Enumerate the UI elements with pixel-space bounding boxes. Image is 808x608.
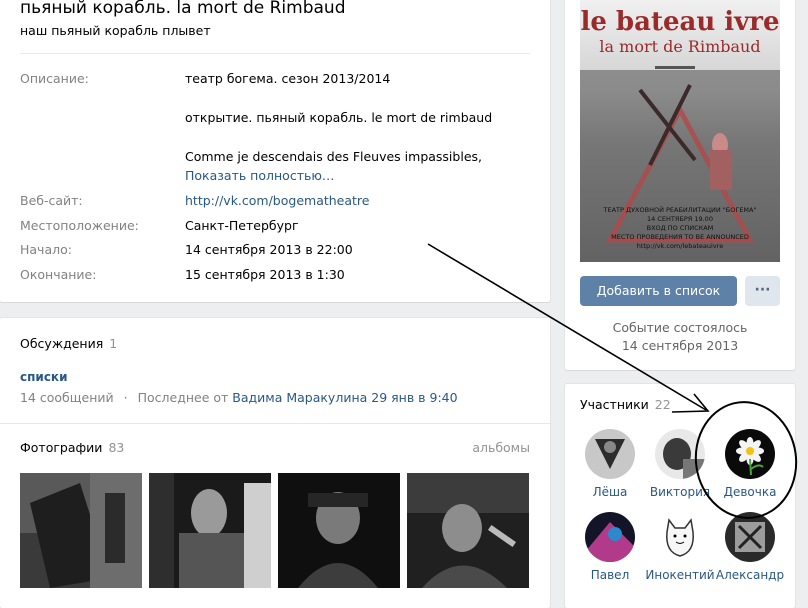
website-link[interactable]: http://vk.com/bogematheatre <box>185 193 370 208</box>
avatar-image <box>585 429 635 479</box>
member-avatar[interactable] <box>725 512 775 562</box>
members-header[interactable]: Участники 22 <box>580 397 671 412</box>
start-label: Начало: <box>20 242 72 257</box>
poster-card: le bateau ivre la mort de Rimbaud ТЕАТР … <box>565 0 795 370</box>
location-value: Санкт-Петербург <box>185 218 299 233</box>
description-line-3: Comme je descendais des Fleuves impassib… <box>185 149 482 164</box>
event-subtitle: наш пьяный корабль плывет <box>20 23 211 38</box>
event-title: пьяный корабль. la mort de Rimbaud <box>20 0 346 18</box>
members-title: Участники <box>580 397 649 412</box>
photo-thumbnail[interactable] <box>20 473 142 588</box>
daisy-avatar-icon <box>725 429 775 479</box>
member-name[interactable]: Александр <box>705 568 795 582</box>
poster-caption-1: ТЕАТР ДУХОВНОЙ РЕАБИЛИТАЦИИ "БОГЕМА" <box>603 205 757 214</box>
albums-link[interactable]: альбомы <box>472 440 530 455</box>
website-label: Веб-сайт: <box>20 193 83 208</box>
poster-image: le bateau ivre la mort de Rimbaud ТЕАТР … <box>580 0 780 262</box>
end-label: Окончание: <box>20 267 97 282</box>
member-avatar[interactable] <box>585 429 635 479</box>
avatar-image <box>655 429 705 479</box>
event-poster[interactable]: le bateau ivre la mort de Rimbaud ТЕАТР … <box>580 0 780 262</box>
members-count: 22 <box>654 397 671 412</box>
show-more-link[interactable]: Показать полностью… <box>185 168 334 183</box>
event-info-card: пьяный корабль. la mort de Rimbaud наш п… <box>0 0 550 302</box>
avatar-image <box>725 512 775 562</box>
photo-image <box>278 473 400 588</box>
member-avatar[interactable] <box>725 429 775 479</box>
description-label: Описание: <box>20 71 89 86</box>
divider <box>0 423 550 424</box>
discussion-topic-link[interactable]: списки <box>20 370 67 384</box>
photos-count: 83 <box>108 440 125 455</box>
member-avatar[interactable] <box>655 512 705 562</box>
discussions-count: 1 <box>109 336 118 351</box>
event-status-line-1: Событие состоялось <box>612 320 748 335</box>
photo-thumbnail[interactable] <box>407 473 529 588</box>
location-label: Местоположение: <box>20 218 139 233</box>
member-avatar[interactable] <box>585 512 635 562</box>
meta-separator: · <box>123 390 128 405</box>
poster-caption-4: МЕСТО ПРОВЕДЕНИЯ TO BE ANNOUNCED <box>611 233 749 241</box>
photos-header[interactable]: Фотографии 83 <box>20 440 124 455</box>
discussions-header[interactable]: Обсуждения 1 <box>20 336 117 351</box>
member-name[interactable]: Девочка <box>705 485 795 499</box>
poster-caption-2: 14 СЕНТЯБРЯ 19.00 <box>647 215 713 223</box>
discussion-meta: 14 сообщений · Последнее от Вадима Марак… <box>20 390 458 405</box>
end-value: 15 сентября 2013 в 1:30 <box>185 267 345 282</box>
avatar-image <box>585 512 635 562</box>
poster-title-line-2: la mort de Rimbaud <box>599 37 760 56</box>
poster-title-line-1: le bateau ivre <box>580 7 779 37</box>
add-to-list-button[interactable]: Добавить в список <box>580 276 737 306</box>
photo-image <box>149 473 271 588</box>
description-line-2: открытие. пьяный корабль. le mort de rim… <box>185 110 493 125</box>
last-prefix: Последнее от <box>137 390 229 405</box>
member-avatar[interactable] <box>655 429 705 479</box>
photo-image <box>407 473 529 588</box>
photos-title: Фотографии <box>20 440 103 455</box>
event-status-line-2: 14 сентября 2013 <box>621 338 739 353</box>
cat-avatar-icon <box>655 512 705 562</box>
divider <box>20 53 530 54</box>
last-author-link[interactable]: Вадима Маракулина <box>232 390 367 405</box>
more-dots-icon: ··· <box>754 282 771 298</box>
description-line-1: театр богема. сезон 2013/2014 <box>185 71 391 86</box>
discussions-title: Обсуждения <box>20 336 104 351</box>
photo-image <box>20 473 142 588</box>
discussion-messages: 14 сообщений <box>20 390 114 405</box>
poster-caption-3: ВХОД ПО СПИСКАМ <box>647 224 714 232</box>
poster-caption-5: http://vk.com/lebateauivre <box>637 242 723 250</box>
more-actions-button[interactable]: ··· <box>745 276 780 306</box>
last-date-link[interactable]: 29 янв в 9:40 <box>371 390 457 405</box>
photo-thumbnail[interactable] <box>149 473 271 588</box>
start-value: 14 сентября 2013 в 22:00 <box>185 242 353 257</box>
photo-thumbnail[interactable] <box>278 473 400 588</box>
